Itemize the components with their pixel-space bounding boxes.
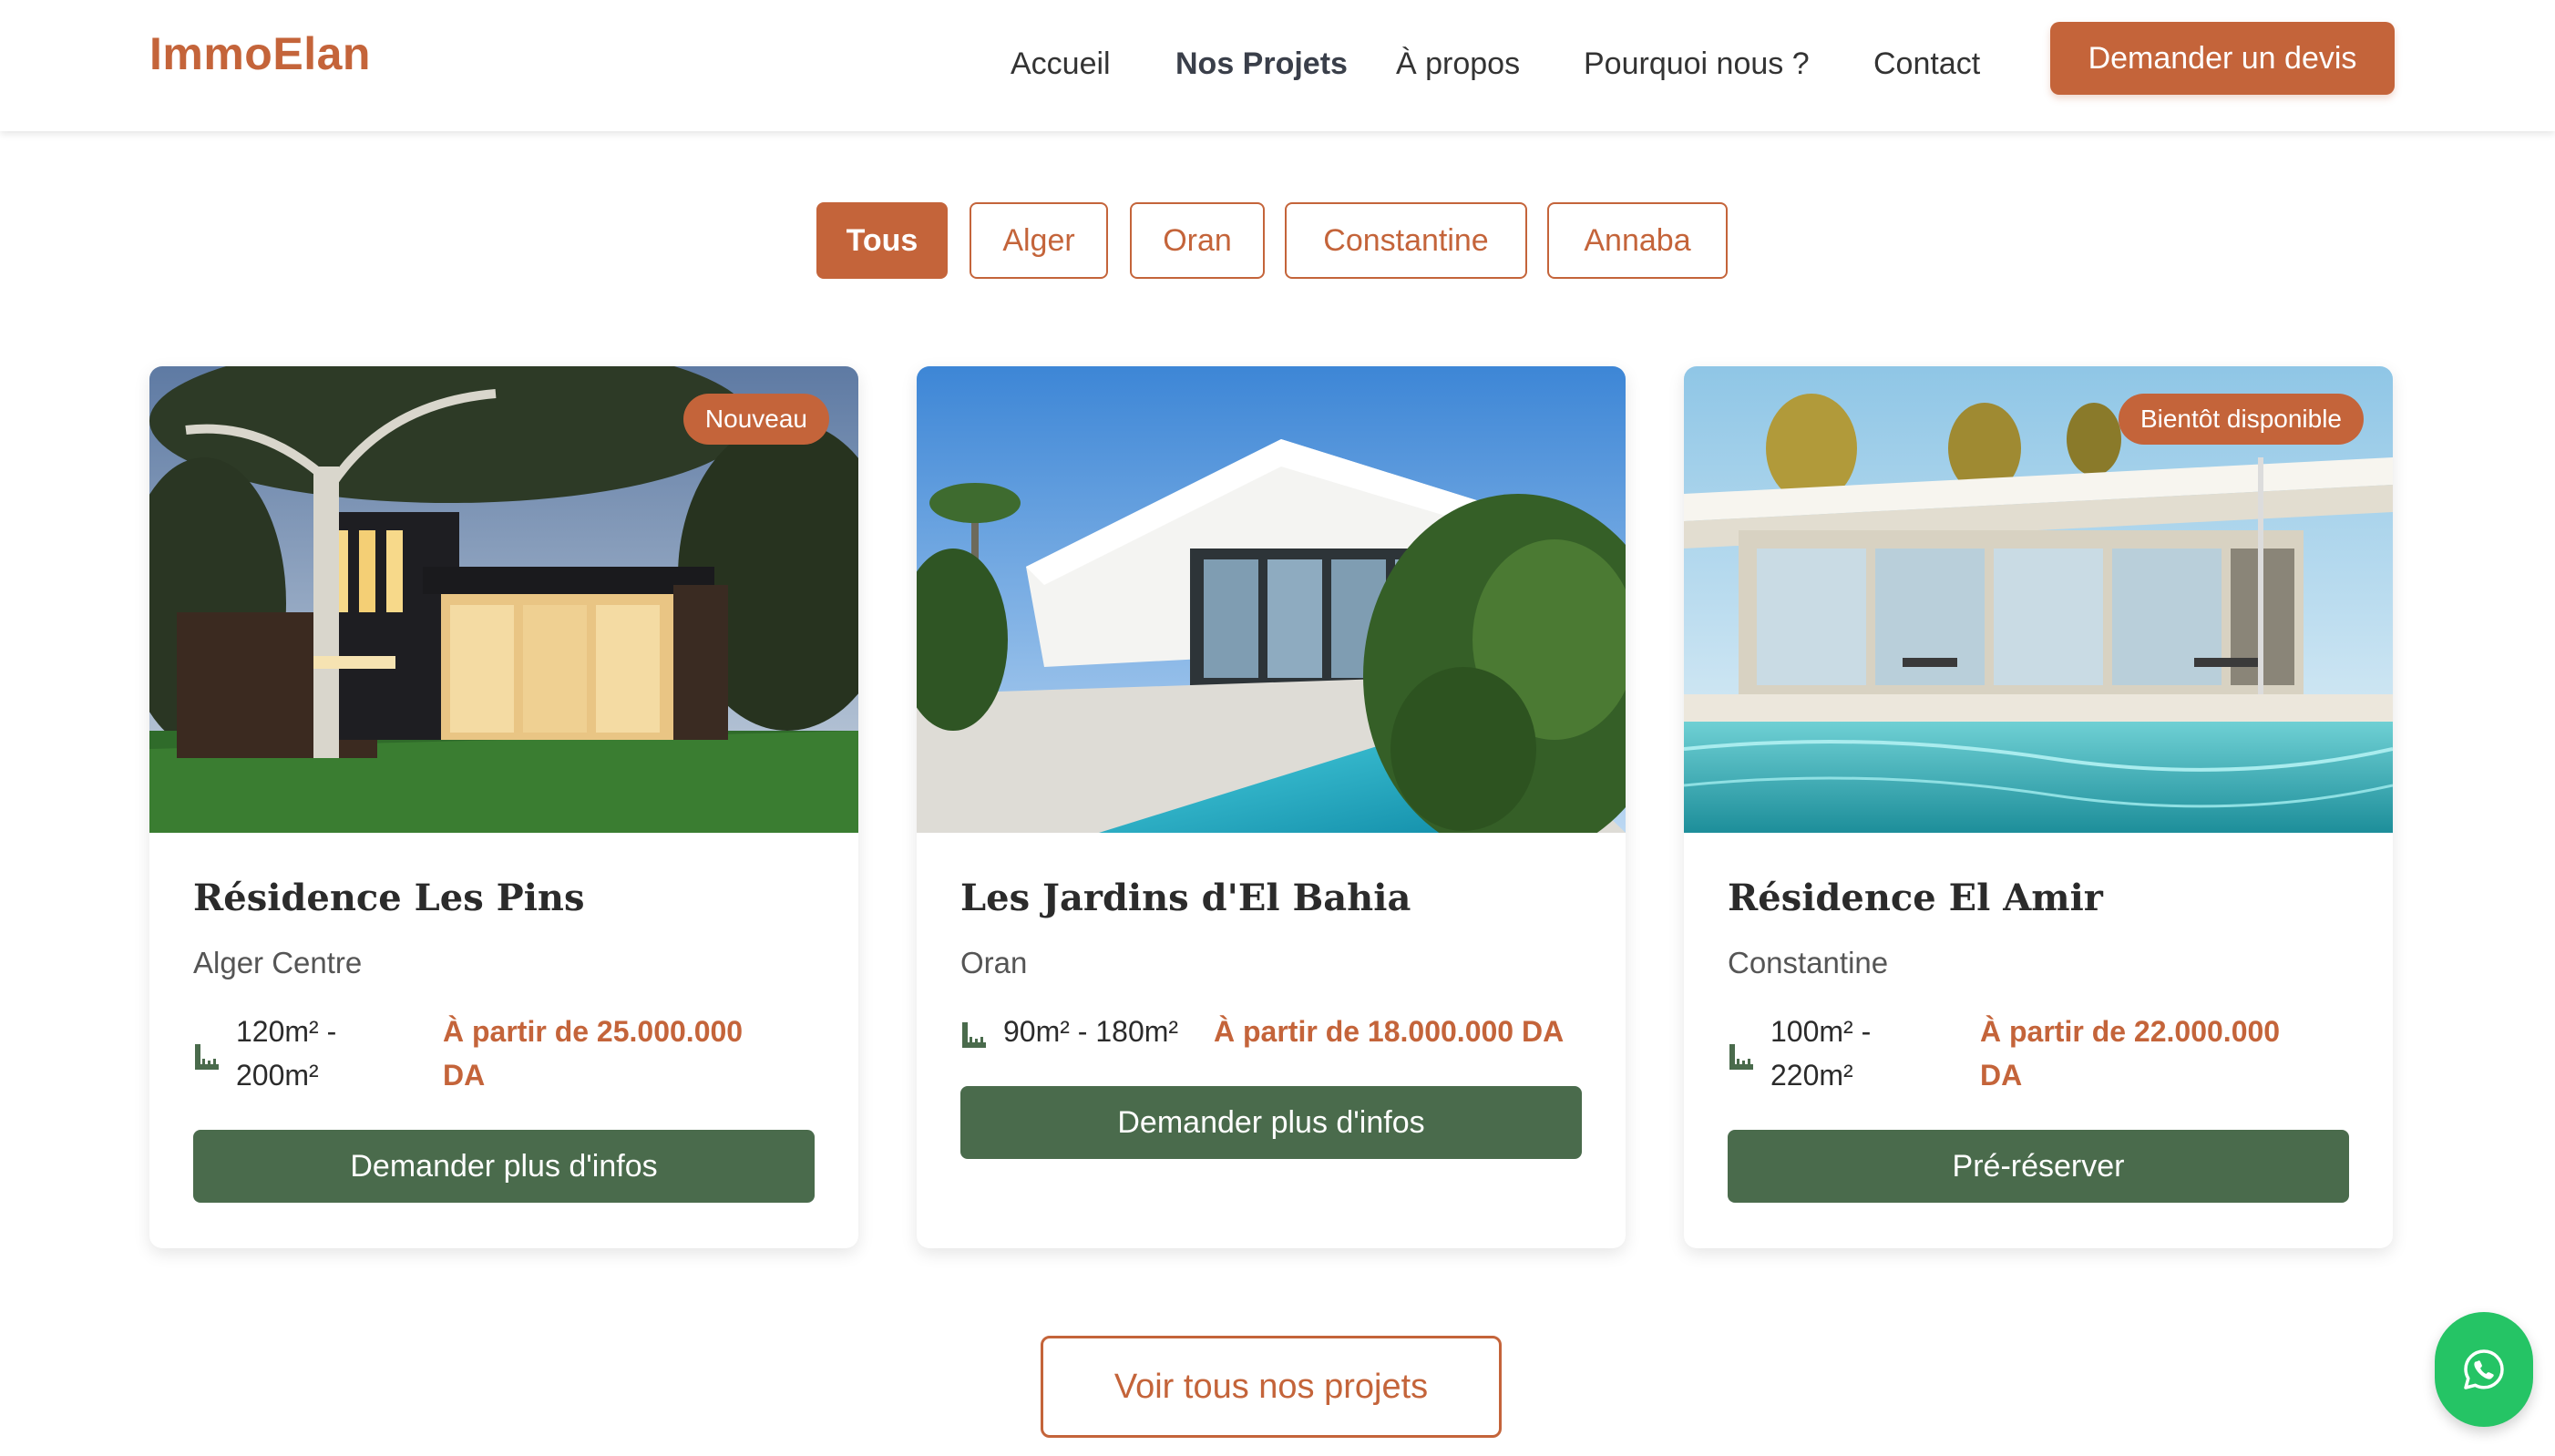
project-size: 100m² - 220m² [1770,1010,1953,1097]
whatsapp-icon [2464,1349,2504,1389]
project-image: Nouveau [149,366,858,833]
info-request-button[interactable]: Demander plus d'infos [193,1130,815,1203]
filter-alger[interactable]: Alger [970,202,1108,279]
price-line: DA [443,1059,486,1092]
info-request-button[interactable]: Demander plus d'infos [960,1086,1582,1159]
site-header: ImmoElan Accueil Nos Projets À propos Po… [0,0,2555,131]
nav-accueil[interactable]: Accueil [1011,36,1111,91]
project-card: Les Jardins d'El Bahia Oran 90m² - 180m²… [917,366,1626,1248]
filter-constantine[interactable]: Constantine [1285,202,1527,279]
project-title: Résidence Les Pins [193,877,585,919]
ruler-icon [195,1044,219,1070]
filter-oran[interactable]: Oran [1130,202,1265,279]
filter-annaba[interactable]: Annaba [1547,202,1728,279]
size-line: 120m² - [236,1015,337,1048]
project-size: 90m² - 180m² [1003,1010,1213,1053]
price-line: À partir de 25.000.000 [443,1015,744,1048]
project-location: Alger Centre [193,946,363,979]
view-all-projects-button[interactable]: Voir tous nos projets [1041,1336,1502,1438]
status-badge: Bientôt disponible [2118,394,2364,445]
filter-tous[interactable]: Tous [816,202,948,279]
price-line: DA [1980,1059,2023,1092]
project-price: À partir de 22.000.000 DA [1980,1010,2363,1097]
ruler-icon [962,1022,986,1048]
nav-nos-projets[interactable]: Nos Projets [1175,36,1348,91]
nav-pourquoi-nous[interactable]: Pourquoi nous ? [1584,36,1810,91]
size-line: 220m² [1770,1059,1853,1092]
project-card: Bientôt disponible Résidence El Amir Con… [1684,366,2393,1248]
project-card: Nouveau Résidence Les Pins Alger Centre … [149,366,858,1248]
status-badge: Nouveau [682,394,829,445]
logo[interactable]: ImmoElan [149,27,371,80]
project-title: Les Jardins d'El Bahia [960,877,1411,919]
project-location: Constantine [1728,946,1889,979]
ruler-icon [1729,1044,1753,1070]
price-line: À partir de 22.000.000 [1980,1015,2281,1048]
size-line: 90m² - 180m² [1003,1015,1179,1048]
pre-reserve-button[interactable]: Pré-réserver [1728,1130,2349,1203]
project-price: À partir de 18.000.000 DA [1214,1010,1596,1053]
nav-a-propos[interactable]: À propos [1396,36,1520,91]
project-price: À partir de 25.000.000 DA [443,1010,826,1097]
nav-contact[interactable]: Contact [1873,36,1980,91]
project-image [917,366,1626,833]
whatsapp-chat-button[interactable] [2435,1312,2533,1427]
project-title: Résidence El Amir [1728,877,2103,919]
size-line: 100m² - [1770,1015,1872,1048]
project-image: Bientôt disponible [1684,366,2393,833]
project-location: Oran [960,946,1028,979]
project-size: 120m² - 200m² [236,1010,418,1097]
size-line: 200m² [236,1059,319,1092]
price-line: À partir de 18.000.000 DA [1214,1015,1565,1048]
quote-request-button[interactable]: Demander un devis [2050,22,2395,95]
